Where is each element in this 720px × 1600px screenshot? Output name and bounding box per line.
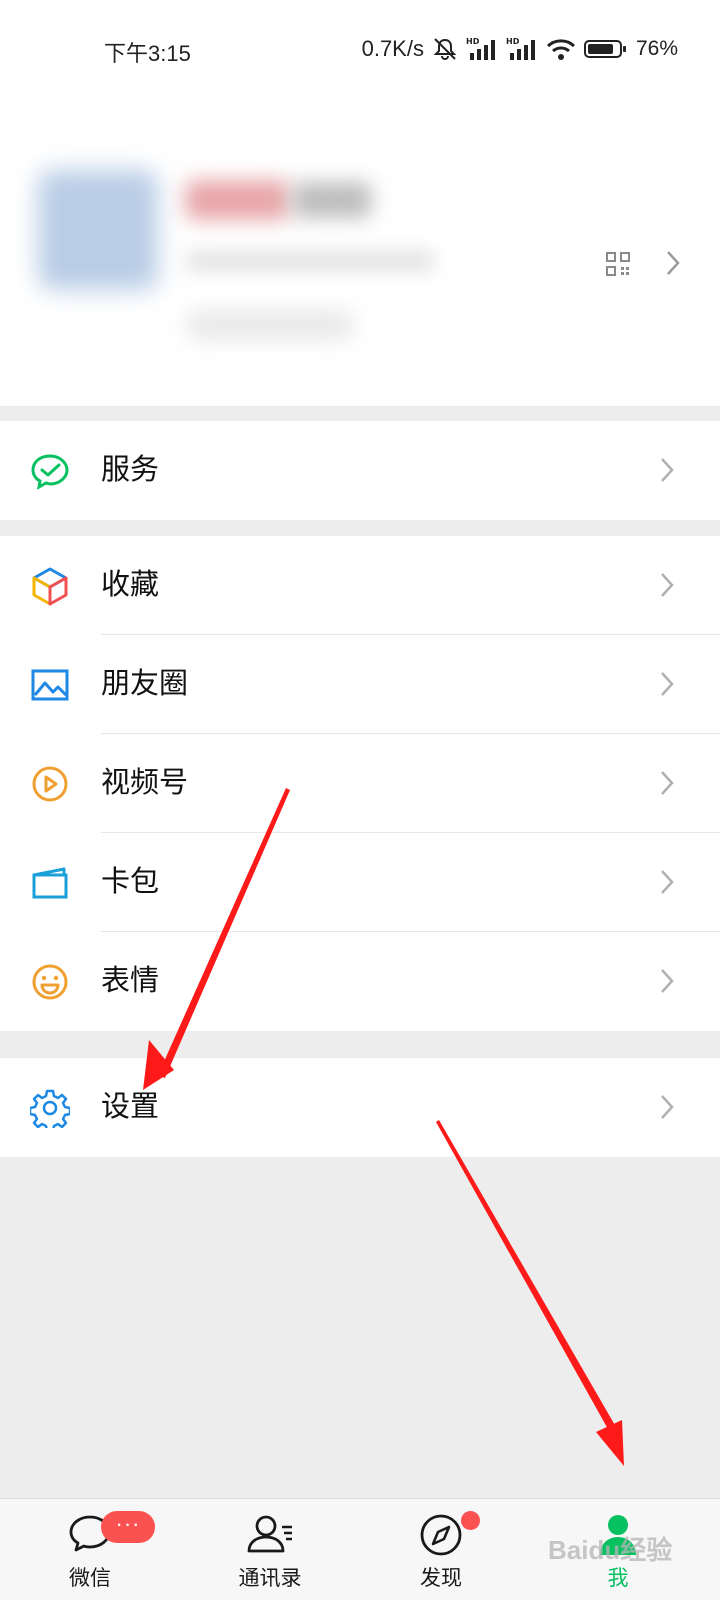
blurred-nickname xyxy=(185,180,290,220)
watermark-text: Baidu经验 xyxy=(548,1535,673,1565)
profile-card[interactable] xyxy=(0,100,720,406)
net-speed: 0.7K/s xyxy=(361,36,424,61)
battery-icon xyxy=(583,37,628,61)
menu-item-stickers[interactable]: 表情 xyxy=(0,932,720,1031)
settings-section: 设置 xyxy=(0,1058,720,1157)
menu-item-channels[interactable]: 视频号 xyxy=(0,734,720,833)
mute-bell-icon xyxy=(432,37,458,61)
blurred-nickname-suffix xyxy=(292,182,372,218)
compass-icon xyxy=(419,1513,463,1562)
play-circle-icon xyxy=(30,764,70,804)
menu-label-stickers: 表情 xyxy=(101,965,160,997)
picture-icon xyxy=(30,665,70,705)
gear-icon xyxy=(28,1088,72,1133)
menu-item-settings[interactable]: 设置 xyxy=(0,1058,720,1157)
qr-code-icon[interactable] xyxy=(606,252,630,281)
arrow-to-me-tab xyxy=(436,1120,624,1466)
tab-label-chats: 微信 xyxy=(69,1567,111,1590)
unread-badge: ··· xyxy=(101,1511,155,1543)
status-time: 下午3:15 xyxy=(104,41,191,66)
chevron-right-icon[interactable] xyxy=(666,250,680,281)
menu-label-channels: 视频号 xyxy=(101,767,189,799)
tab-discover[interactable]: 发现 xyxy=(381,1499,501,1600)
menu-label-service: 服务 xyxy=(101,454,160,486)
svg-text:HD: HD xyxy=(466,37,480,46)
wechat-pay-icon xyxy=(30,451,70,491)
menu-label-cards: 卡包 xyxy=(101,866,160,898)
menu-item-cards[interactable]: 卡包 xyxy=(0,833,720,932)
chevron-right-icon xyxy=(660,869,674,900)
features-section: 收藏 朋友圈 视频号 卡包 表情 xyxy=(0,536,720,1031)
chevron-right-icon xyxy=(660,968,674,999)
card-wallet-icon xyxy=(30,863,70,903)
tab-label-discover: 发现 xyxy=(420,1567,462,1590)
chevron-right-icon xyxy=(660,457,674,488)
blurred-status-button[interactable] xyxy=(185,310,355,340)
hd-signal-icon: HD xyxy=(466,37,498,61)
menu-item-moments[interactable]: 朋友圈 xyxy=(0,635,720,734)
chevron-right-icon xyxy=(660,671,674,702)
svg-text:HD: HD xyxy=(506,37,520,46)
menu-label-favorites: 收藏 xyxy=(101,569,160,601)
service-section: 服务 xyxy=(0,421,720,520)
smiley-icon xyxy=(30,962,70,1002)
avatar[interactable] xyxy=(38,170,158,290)
discover-red-dot xyxy=(461,1511,480,1530)
menu-label-settings: 设置 xyxy=(101,1091,160,1123)
battery-percent: 76% xyxy=(635,37,678,60)
menu-item-service[interactable]: 服务 xyxy=(0,421,720,520)
status-bar: 下午3:15 0.7K/s HD HD 76% xyxy=(0,0,720,100)
tab-contacts[interactable]: 通讯录 xyxy=(210,1499,330,1600)
menu-label-moments: 朋友圈 xyxy=(101,668,189,700)
chevron-right-icon xyxy=(660,1094,674,1125)
menu-item-favorites[interactable]: 收藏 xyxy=(0,536,720,635)
tab-label-contacts: 通讯录 xyxy=(238,1567,302,1590)
contacts-icon xyxy=(246,1513,294,1560)
chevron-right-icon xyxy=(660,572,674,603)
cube-icon xyxy=(30,566,70,606)
hd-signal-icon: HD xyxy=(506,37,538,61)
chevron-right-icon xyxy=(660,770,674,801)
status-indicators: 0.7K/s HD HD 76% xyxy=(362,36,678,62)
blurred-wechat-id xyxy=(185,250,435,272)
wifi-icon xyxy=(546,37,576,61)
